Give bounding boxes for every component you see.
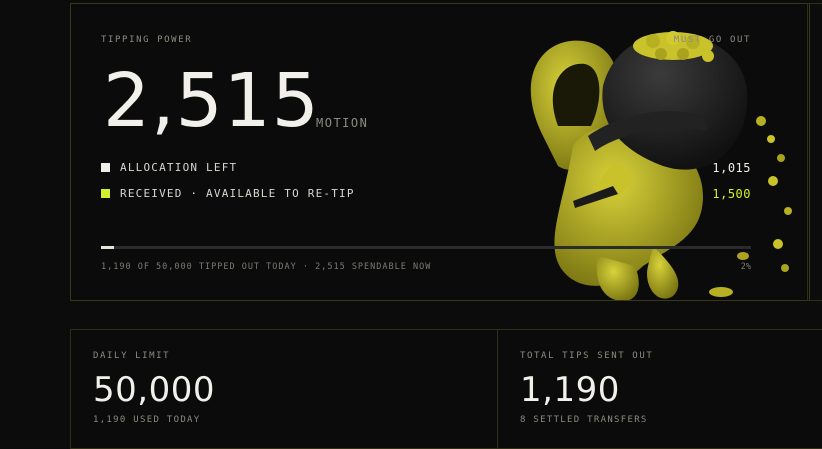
tipping-power-label: TIPPING POWER bbox=[101, 35, 193, 45]
tip-progress-fill bbox=[101, 246, 114, 249]
received-row: RECEIVED · AVAILABLE TO RE-TIP bbox=[101, 187, 355, 200]
progress-percent: 2% bbox=[740, 262, 751, 272]
allocation-left-row: ALLOCATION LEFT bbox=[101, 161, 237, 174]
allocation-left-value: 1,015 bbox=[712, 161, 751, 175]
daily-limit-label: DAILY LIMIT bbox=[93, 351, 171, 361]
total-tips-card: TOTAL TIPS SENT OUT 1,190 8 SETTLED TRAN… bbox=[497, 329, 822, 449]
received-legend-swatch bbox=[101, 189, 110, 198]
received-label: RECEIVED · AVAILABLE TO RE-TIP bbox=[120, 187, 355, 200]
next-card-edge bbox=[807, 3, 822, 301]
progress-caption: 1,190 OF 50,000 TIPPED OUT TODAY · 2,515… bbox=[101, 262, 432, 272]
settled-transfers: 8 SETTLED TRANSFERS bbox=[520, 415, 648, 425]
tip-progress-bar bbox=[101, 246, 751, 249]
currency-unit: MOTION bbox=[316, 116, 369, 130]
total-tips-label: TOTAL TIPS SENT OUT bbox=[520, 351, 654, 361]
received-value: 1,500 bbox=[712, 187, 751, 201]
daily-limit-card: DAILY LIMIT 50,000 1,190 USED TODAY bbox=[70, 329, 498, 449]
tipping-power-amount: 2,515 bbox=[103, 58, 320, 144]
allocation-legend-swatch bbox=[101, 163, 110, 172]
daily-limit-used: 1,190 USED TODAY bbox=[93, 415, 201, 425]
must-go-out-badge: MUST GO OUT bbox=[673, 35, 751, 45]
total-tips-value: 1,190 bbox=[520, 370, 620, 410]
tipping-power-card: TIPPING POWER MUST GO OUT 2,515 MOTION A… bbox=[70, 3, 810, 301]
daily-limit-value: 50,000 bbox=[93, 370, 215, 410]
allocation-left-label: ALLOCATION LEFT bbox=[120, 161, 238, 174]
mascot-money-sack-illustration bbox=[530, 31, 792, 300]
